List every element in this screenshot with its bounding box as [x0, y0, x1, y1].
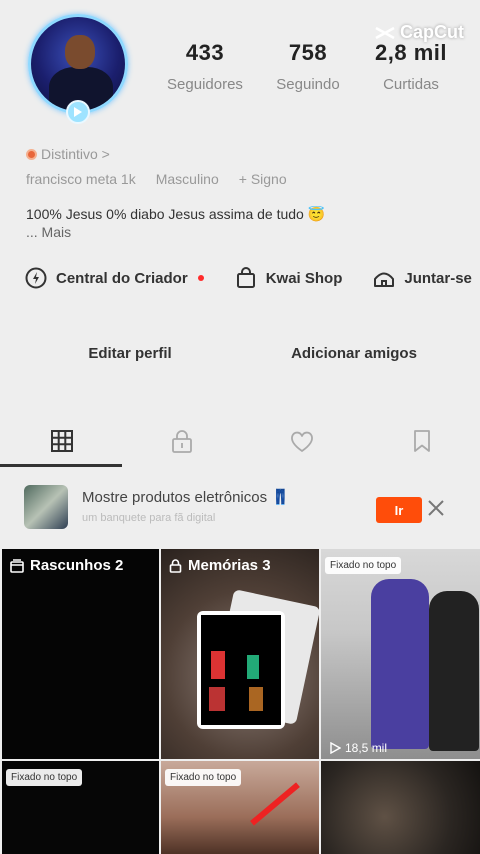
likes-stat[interactable]: 2,8 mil Curtidas [366, 40, 456, 93]
shortcut-row: Central do Criador Kwai Shop Juntar-se [24, 266, 480, 290]
memories-text: Memórias 3 [188, 557, 271, 574]
tab-liked[interactable] [242, 418, 362, 464]
kwai-shop-label: Kwai Shop [265, 269, 343, 287]
lock-icon [172, 430, 192, 453]
followers-count: 433 [185, 40, 225, 65]
following-label: Seguindo [276, 76, 340, 93]
creator-center-button[interactable]: Central do Criador [24, 266, 204, 290]
capcut-logo-icon [375, 26, 395, 39]
add-friends-button[interactable]: Adicionar amigos [254, 333, 454, 373]
product-promo-banner[interactable]: Mostre produtos eletrônicos 👖 um banquet… [0, 478, 480, 540]
view-count: 18,5 mil [329, 741, 387, 755]
bio-more-link[interactable]: ... Mais [26, 223, 466, 241]
following-count: 758 [288, 40, 328, 65]
pinned-badge: Fixado no topo [6, 769, 83, 786]
drafts-label: Rascunhos 2 [10, 557, 123, 574]
promo-go-button[interactable]: Ir [376, 497, 422, 523]
likes-count: 2,8 mil [375, 40, 447, 65]
video-tile[interactable] [321, 761, 480, 854]
memories-label: Memórias 3 [169, 557, 271, 574]
pinned-player-left [371, 579, 429, 749]
video-grid: Rascunhos 2 Memórias 3 Fixado no topo 18… [0, 547, 480, 854]
play-icon [330, 742, 341, 754]
lightning-icon [25, 267, 47, 289]
promo-title: Mostre produtos eletrônicos 👖 [82, 489, 290, 506]
pinned-badge: Fixado no topo [165, 769, 242, 786]
tab-grid[interactable] [2, 418, 122, 464]
bio-text: 100% Jesus 0% diabo Jesus assima de tudo… [26, 206, 326, 222]
profile-info-row: francisco meta 1k Masculino + Signo [26, 171, 287, 187]
promo-thumbnail [24, 485, 68, 529]
badge-icon [26, 148, 37, 160]
followers-label: Seguidores [167, 76, 243, 93]
profile-bio: 100% Jesus 0% diabo Jesus assima de tudo… [26, 205, 466, 241]
edit-profile-button[interactable]: Editar perfil [30, 333, 230, 373]
kwai-shop-button[interactable]: Kwai Shop [234, 266, 343, 290]
content-tabs [0, 418, 480, 468]
tent-icon [374, 272, 395, 287]
edit-profile-label: Editar perfil [88, 344, 172, 362]
view-count-text: 18,5 mil [345, 741, 388, 755]
bookmark-icon [414, 430, 430, 452]
pinned-player-right [429, 591, 479, 751]
red-arrow-overlay [250, 782, 300, 826]
profile-avatar[interactable] [28, 14, 128, 124]
tab-saved[interactable] [362, 418, 480, 464]
active-tab-indicator [0, 464, 122, 467]
heart-icon [291, 431, 313, 452]
tab-private[interactable] [122, 418, 242, 464]
lock-icon [169, 558, 182, 573]
following-stat[interactable]: 758 Seguindo [263, 40, 353, 93]
badge-link[interactable]: Distintivo > [26, 146, 110, 162]
likes-label: Curtidas [383, 76, 439, 93]
gender-tag: Masculino [155, 171, 219, 187]
drafts-tile[interactable]: Rascunhos 2 [2, 549, 159, 759]
drafts-icon [10, 558, 24, 573]
creator-center-label: Central do Criador [56, 269, 188, 287]
pinned-badge: Fixado no topo [325, 557, 402, 574]
followers-stat[interactable]: 433 Seguidores [160, 40, 250, 93]
grid-icon [51, 430, 73, 452]
memories-tile[interactable]: Memórias 3 [161, 549, 319, 759]
join-button[interactable]: Juntar-se [372, 266, 472, 290]
add-friends-label: Adicionar amigos [291, 344, 417, 362]
add-sign-link[interactable]: + Signo [239, 171, 287, 187]
promo-subtitle: um banquete para fã digital [82, 512, 216, 524]
pinned-video-tile[interactable]: Fixado no topo [2, 761, 159, 854]
join-label: Juntar-se [404, 269, 472, 287]
shopping-bag-icon [236, 267, 255, 288]
username-tag: francisco meta 1k [26, 171, 136, 187]
badge-label: Distintivo > [41, 146, 110, 162]
close-icon[interactable] [426, 498, 446, 518]
notification-dot [197, 275, 204, 281]
pinned-video-tile[interactable]: Fixado no topo 18,5 mil [321, 549, 480, 759]
memories-card-front [197, 611, 285, 729]
avatar-image [28, 14, 128, 114]
pinned-video-tile[interactable]: Fixado no topo [161, 761, 319, 854]
avatar-play-icon [66, 100, 90, 124]
drafts-text: Rascunhos 2 [30, 557, 124, 574]
